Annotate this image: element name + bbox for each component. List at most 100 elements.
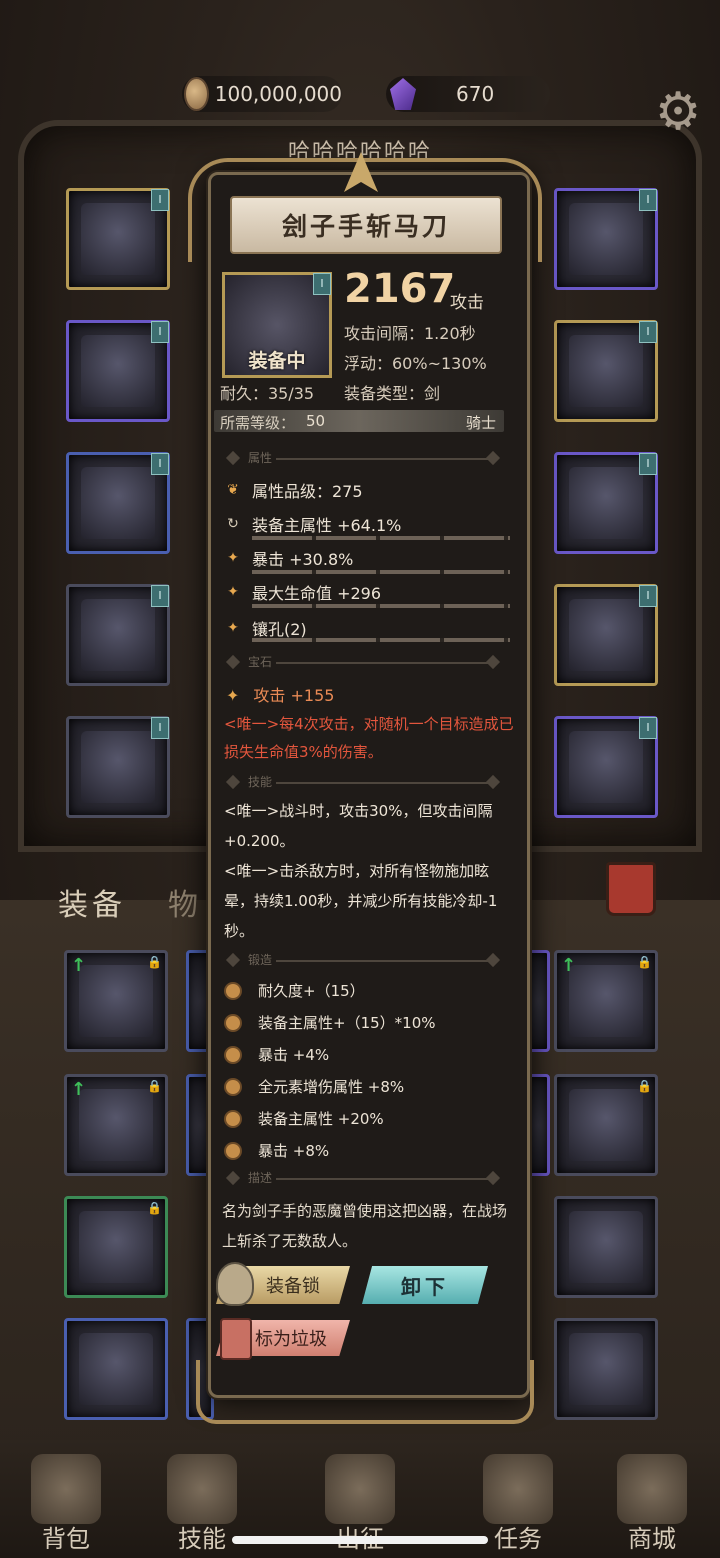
helmet-icon <box>81 203 155 275</box>
equipment-type: 装备类型：剑 <box>344 384 441 403</box>
gem-counter: 670 <box>386 76 550 112</box>
gauntlet-icon <box>81 467 155 539</box>
sparkle-icon: ✦ <box>227 584 239 600</box>
nav-shop-label: 商城 <box>628 1525 676 1553</box>
boots-icon <box>81 731 155 803</box>
attr-bar <box>252 604 510 608</box>
attr-sockets: ✦ 镶孔(2) <box>222 616 307 640</box>
equipped-status: 装备中 <box>248 350 306 372</box>
lotus-icon: ❦ <box>227 482 239 498</box>
settings-gear-icon[interactable]: ⚙ <box>652 86 704 138</box>
inventory-slot[interactable]: ↑ 🔒 <box>554 950 658 1052</box>
nav-bag-label: 背包 <box>42 1525 90 1553</box>
divider <box>276 782 492 784</box>
attack-label: 攻击 <box>450 293 484 313</box>
upgrade-arrow-icon: ↑ <box>561 955 577 976</box>
tier-badge: I <box>151 717 169 739</box>
diamond-ornament-icon <box>485 774 501 790</box>
padlock-icon <box>216 1262 254 1306</box>
section-title: 宝石 <box>248 655 273 669</box>
boots-icon <box>569 1211 643 1283</box>
forge-line: 装备主属性 +20% <box>226 1108 384 1129</box>
nav-shop[interactable]: 商城 <box>592 1440 712 1558</box>
attr-text: 属性品级：275 <box>252 482 363 501</box>
boots-icon <box>569 1333 643 1405</box>
forge-text: 暴击 +4% <box>258 1046 330 1064</box>
lock-icon: 🔒 <box>637 1079 652 1093</box>
gem-icon <box>390 78 416 110</box>
gem-attack-stat: ✦ 攻击 +155 <box>226 682 334 706</box>
lock-icon: 🔒 <box>147 1079 162 1093</box>
inventory-slot[interactable] <box>554 1196 658 1298</box>
equip-slot-offhand[interactable]: I <box>554 716 658 818</box>
section-title: 技能 <box>248 775 273 789</box>
section-forge: 锻造 <box>222 952 502 968</box>
lock-icon: 🔒 <box>637 955 652 969</box>
inventory-slot[interactable]: 🔒 <box>64 1196 168 1298</box>
inventory-slot[interactable] <box>554 1318 658 1420</box>
attr-main: ↻ 装备主属性 +64.1% <box>222 512 401 536</box>
durability: 耐久：35/35 <box>220 384 315 403</box>
expedition-icon <box>325 1454 395 1524</box>
popup-ornate-frame-bottom <box>196 1360 534 1424</box>
attr-bar <box>252 536 510 540</box>
section-title: 锻造 <box>248 953 273 967</box>
forge-line: 耐久度+（15） <box>226 980 365 1001</box>
pants-icon <box>79 1211 153 1283</box>
forge-line: 全元素增伤属性 +8% <box>226 1076 404 1097</box>
boots-icon <box>79 1333 153 1405</box>
diamond-ornament-icon <box>485 654 501 670</box>
gold-amount: 100,000,000 <box>214 82 342 106</box>
chest-armor-icon <box>81 335 155 407</box>
equip-slot-chest[interactable]: I <box>66 320 170 422</box>
equip-slot-cloak[interactable]: I <box>554 320 658 422</box>
gem-stat-text: 攻击 +155 <box>253 686 335 705</box>
damage-float: 浮动：60%~130% <box>344 354 487 373</box>
tier-badge: I <box>639 717 657 739</box>
inventory-slot[interactable]: ↑ 🔒 <box>64 1074 168 1176</box>
inventory-slot[interactable] <box>64 1318 168 1420</box>
diamond-ornament-icon <box>225 1170 241 1186</box>
divider <box>276 662 492 664</box>
tier-badge: I <box>151 453 169 475</box>
gauntlet-icon <box>79 965 153 1037</box>
skill-2: <唯一>击杀敌方时，对所有怪物施加眩晕，持续1.00秒，并减少所有技能冷却-1秒… <box>224 862 498 940</box>
lock-icon: 🔒 <box>147 1201 162 1215</box>
diamond-ornament-icon <box>485 1170 501 1186</box>
equip-slot-weapon[interactable]: I <box>554 584 658 686</box>
inventory-slot[interactable]: 🔒 <box>554 1074 658 1176</box>
sparkle-icon: ✦ <box>227 550 239 566</box>
unique-effect: <唯一>每4次攻击，对随机一个目标造成已损失生命值3%的伤害。 <box>224 715 514 761</box>
equip-slot-helmet[interactable]: I <box>66 188 170 290</box>
nav-bag[interactable]: 背包 <box>6 1440 126 1558</box>
bullet-dot-icon <box>226 1111 240 1126</box>
equip-slot-boots[interactable]: I <box>66 716 170 818</box>
equip-slot-legs[interactable]: I <box>66 584 170 686</box>
upgrade-arrow-icon: ↑ <box>71 1079 87 1100</box>
equip-slot-gloves[interactable]: I <box>66 452 170 554</box>
diamond-ornament-icon <box>485 952 501 968</box>
attr-bar <box>252 638 510 642</box>
sword-icon <box>569 599 643 671</box>
amulet-icon <box>569 203 643 275</box>
bag-icon <box>31 1454 101 1524</box>
tier-badge: I <box>151 189 169 211</box>
tier-badge: I <box>639 585 657 607</box>
section-skills: 技能 <box>222 774 502 790</box>
equip-slot-amulet[interactable]: I <box>554 188 658 290</box>
tab-items[interactable]: 物 <box>168 880 198 924</box>
equip-slot-ring[interactable]: I <box>554 452 658 554</box>
tab-equipment[interactable]: 装备 <box>58 880 126 924</box>
unequip-button[interactable]: 卸下 <box>362 1266 488 1304</box>
amulet-icon <box>569 965 643 1037</box>
attr-text: 镶孔(2) <box>252 620 307 639</box>
trash-button-label: 标为垃圾 <box>255 1329 327 1350</box>
trash-icon[interactable] <box>606 862 656 916</box>
shield-icon <box>569 731 643 803</box>
attr-text: 最大生命值 +296 <box>252 584 382 603</box>
diamond-ornament-icon <box>225 952 241 968</box>
lock-button-label: 装备锁 <box>266 1276 320 1297</box>
home-indicator[interactable] <box>232 1536 488 1544</box>
tier-badge: I <box>639 321 657 343</box>
inventory-slot[interactable]: ↑ 🔒 <box>64 950 168 1052</box>
